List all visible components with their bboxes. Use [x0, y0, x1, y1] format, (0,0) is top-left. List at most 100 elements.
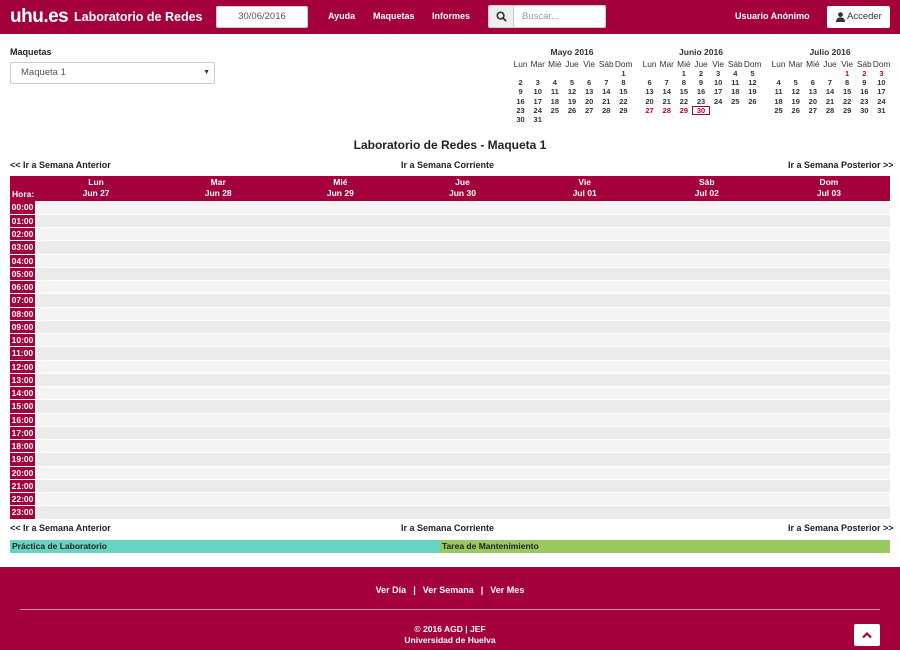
calendar-day[interactable]: 12	[787, 87, 804, 96]
calendar-day[interactable]: 3	[710, 69, 727, 78]
calendar-day[interactable]: 8	[839, 78, 856, 87]
search-button[interactable]	[488, 5, 514, 28]
time-slot[interactable]	[157, 466, 280, 480]
calendar-day[interactable]: 15	[675, 87, 692, 96]
nav-informes[interactable]: Informes	[432, 11, 470, 21]
current-week-link-bottom[interactable]: Ir a Semana Corriente	[401, 523, 494, 533]
view-day-link[interactable]: Ver Día	[376, 585, 407, 595]
time-slot[interactable]	[645, 254, 768, 268]
time-slot[interactable]	[35, 399, 158, 414]
time-slot[interactable]	[401, 240, 524, 255]
time-slot[interactable]	[401, 267, 524, 282]
time-slot[interactable]	[523, 492, 646, 507]
time-slot[interactable]	[35, 293, 158, 308]
time-slot[interactable]	[157, 293, 280, 308]
time-slot[interactable]	[35, 386, 158, 401]
calendar-day[interactable]: 26	[744, 97, 761, 106]
calendar-day[interactable]: 21	[598, 97, 615, 106]
calendar-day[interactable]: 15	[615, 87, 632, 96]
time-slot[interactable]	[35, 333, 158, 348]
time-slot[interactable]	[279, 333, 402, 348]
calendar-day[interactable]: 24	[873, 97, 890, 106]
calendar-day[interactable]: 23	[856, 97, 873, 106]
time-slot[interactable]	[645, 333, 768, 348]
time-slot[interactable]	[523, 466, 646, 480]
time-slot[interactable]	[279, 360, 402, 374]
time-slot[interactable]	[767, 346, 890, 361]
time-slot[interactable]	[645, 505, 768, 520]
calendar-day[interactable]: 9	[692, 78, 709, 87]
calendar-day[interactable]: 17	[529, 97, 546, 106]
time-slot[interactable]	[645, 346, 768, 361]
time-slot[interactable]	[157, 479, 280, 494]
calendar-day[interactable]: 14	[598, 87, 615, 96]
calendar-day[interactable]: 30	[692, 105, 710, 116]
time-slot[interactable]	[645, 240, 768, 255]
time-slot[interactable]	[35, 240, 158, 255]
time-slot[interactable]	[767, 320, 890, 335]
calendar-day[interactable]: 21	[821, 97, 838, 106]
time-slot[interactable]	[767, 386, 890, 401]
time-slot[interactable]	[767, 214, 890, 229]
time-slot[interactable]	[157, 214, 280, 229]
calendar-day[interactable]: 25	[546, 106, 563, 115]
calendar-day[interactable]: 10	[873, 78, 890, 87]
time-slot[interactable]	[401, 254, 524, 268]
calendar-day[interactable]: 25	[770, 106, 787, 115]
time-slot[interactable]	[279, 373, 402, 388]
time-slot[interactable]	[767, 466, 890, 480]
time-slot[interactable]	[523, 333, 646, 348]
time-slot[interactable]	[645, 479, 768, 494]
time-slot[interactable]	[645, 320, 768, 335]
calendar-day[interactable]: 2	[512, 78, 529, 87]
calendar-day[interactable]: 22	[839, 97, 856, 106]
time-slot[interactable]	[645, 386, 768, 401]
calendar-day[interactable]: 28	[658, 106, 675, 115]
search-input[interactable]: Buscar...	[514, 5, 606, 28]
uhu-logo[interactable]: uhu.es	[10, 7, 69, 27]
calendar-day[interactable]: 19	[787, 97, 804, 106]
time-slot[interactable]	[645, 439, 768, 454]
time-slot[interactable]	[767, 452, 890, 467]
time-slot[interactable]	[401, 346, 524, 361]
time-slot[interactable]	[401, 227, 524, 242]
nav-maquetas[interactable]: Maquetas	[373, 11, 415, 21]
calendar-day[interactable]: 5	[563, 78, 580, 87]
time-slot[interactable]	[401, 360, 524, 374]
view-month-link[interactable]: Ver Mes	[490, 585, 524, 595]
time-slot[interactable]	[279, 214, 402, 229]
prev-week-link-bottom[interactable]: << Ir a Semana Anterior	[10, 523, 111, 533]
time-slot[interactable]	[523, 227, 646, 242]
time-slot[interactable]	[645, 373, 768, 388]
time-slot[interactable]	[523, 280, 646, 295]
prev-week-link[interactable]: << Ir a Semana Anterior	[10, 160, 111, 170]
time-slot[interactable]	[523, 320, 646, 335]
calendar-day[interactable]: 18	[546, 97, 563, 106]
time-slot[interactable]	[279, 386, 402, 401]
time-slot[interactable]	[35, 307, 158, 321]
time-slot[interactable]	[767, 201, 890, 215]
time-slot[interactable]	[645, 227, 768, 242]
time-slot[interactable]	[35, 280, 158, 295]
time-slot[interactable]	[157, 413, 280, 427]
time-slot[interactable]	[157, 399, 280, 414]
day-column-header[interactable]: Mar Jun 28	[157, 176, 280, 201]
time-slot[interactable]	[401, 505, 524, 520]
calendar-day[interactable]: 3	[529, 78, 546, 87]
day-column-header[interactable]: Lun Jun 27	[35, 176, 158, 201]
time-slot[interactable]	[401, 214, 524, 229]
time-slot[interactable]	[401, 386, 524, 401]
time-slot[interactable]	[523, 254, 646, 268]
calendar-day[interactable]: 11	[770, 87, 787, 96]
time-slot[interactable]	[157, 227, 280, 242]
calendar-day[interactable]: 23	[512, 106, 529, 115]
time-slot[interactable]	[279, 346, 402, 361]
calendar-day[interactable]: 25	[727, 97, 744, 106]
time-slot[interactable]	[645, 426, 768, 441]
time-slot[interactable]	[157, 320, 280, 335]
calendar-day[interactable]: 20	[581, 97, 598, 106]
time-slot[interactable]	[523, 452, 646, 467]
time-slot[interactable]	[523, 346, 646, 361]
time-slot[interactable]	[645, 267, 768, 282]
time-slot[interactable]	[401, 320, 524, 335]
